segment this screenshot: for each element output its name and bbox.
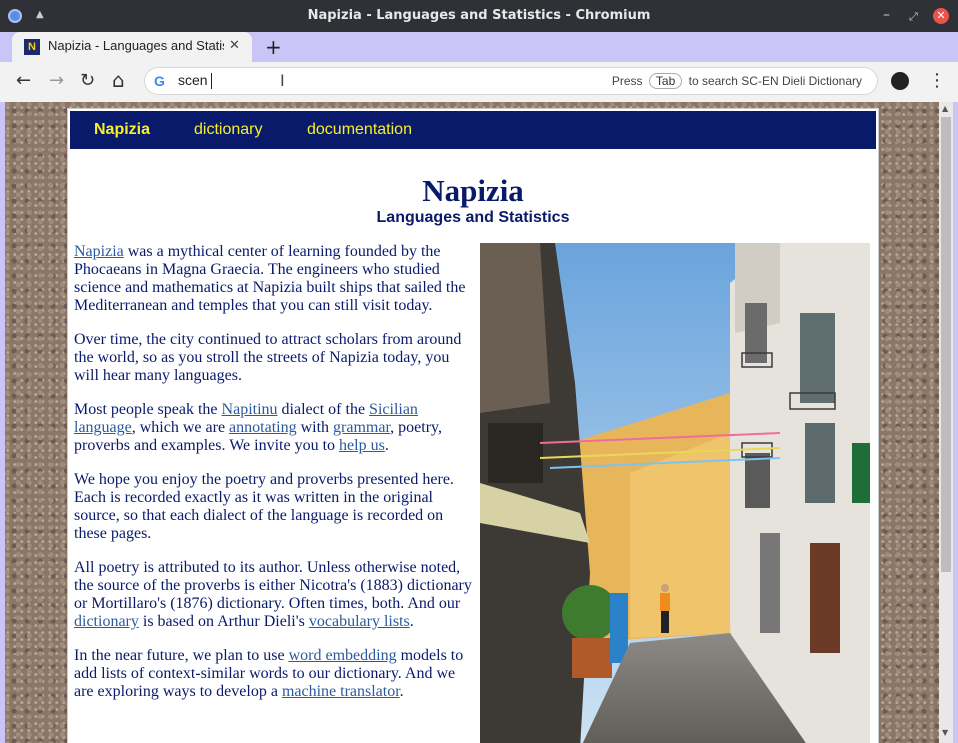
omnibox[interactable]: G scen I Press Tab to search SC-EN Dieli… bbox=[144, 67, 878, 95]
p3-text-3: , which we are bbox=[131, 419, 230, 436]
street-photo bbox=[480, 243, 870, 743]
window-title: Napizia - Languages and Statistics - Chr… bbox=[307, 8, 651, 23]
google-icon: G bbox=[154, 73, 165, 89]
p3-text-6: . bbox=[384, 437, 389, 454]
annotating-link[interactable]: annotating bbox=[229, 419, 297, 436]
tab-title: Napizia - Languages and Statistics bbox=[48, 38, 224, 53]
browser-toolbar: ← → ↻ ⌂ G scen I Press Tab to search SC-… bbox=[0, 62, 958, 103]
napizia-favicon-icon: N bbox=[24, 39, 40, 55]
intro-content: Napizia was a mythical center of learnin… bbox=[74, 243, 474, 717]
paragraph-1: Napizia was a mythical center of learnin… bbox=[74, 243, 474, 315]
p5-text-3: . bbox=[409, 613, 414, 630]
paragraph-6: In the near future, we plan to use word … bbox=[74, 647, 474, 701]
hint-rest: to search SC-EN Dieli Dictionary bbox=[688, 74, 862, 88]
new-tab-icon[interactable]: + bbox=[265, 35, 282, 59]
p3-text-1: Most people speak the bbox=[74, 401, 222, 418]
back-icon[interactable]: ← bbox=[16, 70, 31, 91]
ibeam-cursor-icon: I bbox=[280, 71, 285, 90]
profile-avatar-icon[interactable] bbox=[891, 72, 909, 90]
minimize-icon[interactable]: – bbox=[883, 7, 890, 23]
hint-press: Press bbox=[611, 74, 643, 88]
page-scrollbar[interactable]: ▲ ▼ bbox=[939, 102, 953, 743]
nav-dictionary-link[interactable]: dictionary bbox=[194, 121, 262, 139]
reload-icon[interactable]: ↻ bbox=[80, 70, 95, 91]
forward-icon[interactable]: → bbox=[49, 70, 64, 91]
tab-close-icon[interactable]: ✕ bbox=[229, 38, 240, 53]
p6-text-3: . bbox=[399, 683, 404, 700]
paragraph-2: Over time, the city continued to attract… bbox=[74, 331, 474, 385]
tab-strip: N Napizia - Languages and Statistics ✕ + bbox=[0, 32, 958, 62]
grammar-link[interactable]: grammar bbox=[333, 419, 390, 436]
street-photo-drawing bbox=[480, 243, 870, 743]
browser-menu-icon[interactable]: ⋮ bbox=[928, 70, 946, 91]
page-viewport[interactable]: Napizia dictionary documentation Napizia… bbox=[5, 102, 939, 743]
page-subtitle: Languages and Statistics bbox=[376, 209, 570, 226]
omnibox-search-hint: Press Tab to search SC-EN Dieli Dictiona… bbox=[612, 73, 862, 89]
home-icon[interactable]: ⌂ bbox=[112, 68, 125, 92]
text-cursor bbox=[211, 73, 212, 89]
p3-text-4: with bbox=[296, 419, 334, 436]
vocabulary-lists-link[interactable]: vocabulary lists bbox=[309, 613, 410, 630]
napitinu-link[interactable]: Napitinu bbox=[222, 401, 278, 418]
hint-tab-key: Tab bbox=[648, 73, 683, 89]
close-window-icon[interactable]: ✕ bbox=[933, 8, 949, 24]
p5-text-1: All poetry is attributed to its author. … bbox=[74, 559, 472, 612]
paragraph-4: We hope you enjoy the poetry and proverb… bbox=[74, 471, 474, 543]
window-titlebar: ▲ Napizia - Languages and Statistics - C… bbox=[0, 0, 958, 32]
scroll-up-icon[interactable]: ▲ bbox=[942, 104, 948, 113]
p5-text-2: is based on Arthur Dieli's bbox=[138, 613, 309, 630]
dictionary-link[interactable]: dictionary bbox=[74, 613, 139, 630]
site-navbar: Napizia dictionary documentation bbox=[70, 111, 876, 149]
napizia-link[interactable]: Napizia bbox=[74, 243, 124, 260]
page-container: Napizia dictionary documentation Napizia… bbox=[67, 108, 879, 743]
paragraph-3: Most people speak the Napitinu dialect o… bbox=[74, 401, 474, 455]
machine-translator-link[interactable]: machine translator bbox=[282, 683, 400, 700]
page-title: Napizia bbox=[422, 173, 524, 208]
maximize-icon[interactable]: ⤢ bbox=[909, 10, 918, 24]
word-embedding-link[interactable]: word embedding bbox=[289, 647, 397, 664]
window-border-right bbox=[953, 102, 958, 743]
p4-text: We hope you enjoy the poetry and proverb… bbox=[74, 471, 454, 542]
p6-text-1: In the near future, we plan to use bbox=[74, 647, 289, 664]
scrollbar-thumb[interactable] bbox=[941, 117, 951, 572]
help-us-link[interactable]: help us bbox=[339, 437, 385, 454]
p1-text: was a mythical center of learning founde… bbox=[74, 243, 466, 314]
scroll-down-icon[interactable]: ▼ bbox=[942, 728, 948, 737]
p3-text-2: dialect of the bbox=[277, 401, 370, 418]
nav-brand-link[interactable]: Napizia bbox=[94, 121, 150, 139]
p2-text: Over time, the city continued to attract… bbox=[74, 331, 462, 384]
tab-napizia[interactable]: N Napizia - Languages and Statistics ✕ bbox=[12, 32, 252, 62]
omnibox-input[interactable]: scen bbox=[178, 72, 208, 88]
paragraph-5: All poetry is attributed to its author. … bbox=[74, 559, 474, 631]
nav-documentation-link[interactable]: documentation bbox=[307, 121, 412, 139]
